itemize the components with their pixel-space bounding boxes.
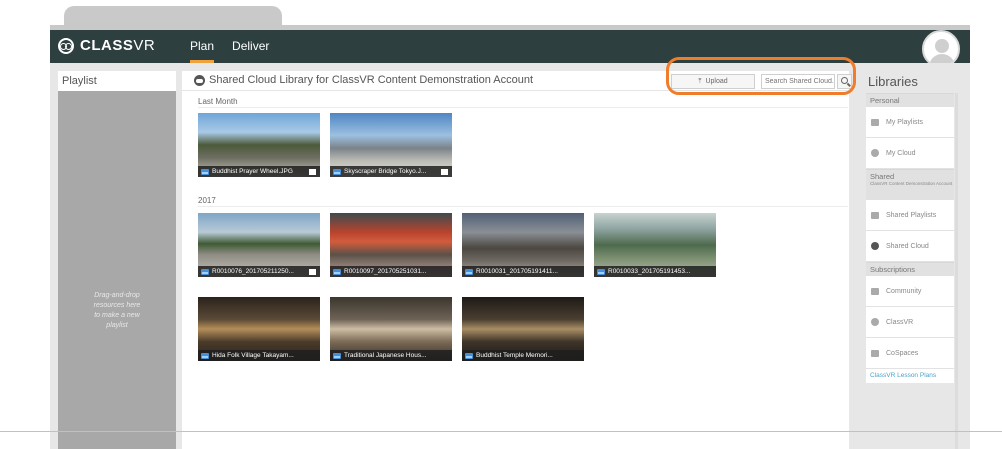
shared-account-name: ClassVR Content Demonstration Account — [870, 181, 953, 186]
playlist-title: Playlist — [58, 71, 176, 91]
panorama-icon — [333, 169, 341, 175]
library-my-cloud[interactable]: My Cloud — [866, 138, 954, 169]
tile-caption: R0010076_201705211250... — [198, 266, 320, 277]
resource-tile[interactable]: Skyscraper Bridge Tokyo.J... — [330, 113, 452, 177]
cospaces-icon — [871, 349, 879, 357]
brand-name: CLASSVR — [80, 37, 156, 54]
resource-tile[interactable]: Traditional Japanese Hous... — [330, 297, 452, 361]
brand-logo[interactable]: CLASSVR — [58, 37, 155, 54]
tile-caption: Skyscraper Bridge Tokyo.J... — [330, 166, 452, 177]
resource-tile[interactable]: Buddhist Prayer Wheel.JPG — [198, 113, 320, 177]
resource-tile[interactable]: R0010097_201705251031... — [330, 213, 452, 277]
tile-caption: Buddhist Prayer Wheel.JPG — [198, 166, 320, 177]
panorama-icon — [201, 269, 209, 275]
resource-tile[interactable]: R0010031_201705191411... — [462, 213, 584, 277]
section-divider — [198, 107, 848, 108]
panorama-icon — [201, 353, 209, 359]
resource-tile[interactable]: Buddhist Temple Memori... — [462, 297, 584, 361]
logo-icon — [58, 37, 74, 54]
library-shared-playlists[interactable]: Shared Playlists — [866, 200, 954, 231]
tile-caption: Traditional Japanese Hous... — [330, 350, 452, 361]
comment-icon — [309, 169, 316, 175]
shared-cloud-icon — [194, 75, 205, 86]
section-divider — [198, 206, 848, 207]
library-header: Shared Cloud Library for ClassVR Content… — [182, 71, 852, 91]
bottom-divider — [0, 431, 1002, 432]
panorama-icon — [333, 269, 341, 275]
section-label-2017: 2017 — [198, 196, 216, 205]
library-my-playlists[interactable]: My Playlists — [866, 107, 954, 138]
panorama-icon — [465, 269, 473, 275]
library-community[interactable]: Community — [866, 276, 954, 307]
libraries-list: Personal My Playlists My Cloud Shared Cl… — [866, 93, 954, 383]
library-panel: Shared Cloud Library for ClassVR Content… — [182, 71, 852, 449]
workspace: Playlist Drag-and-drop resources here to… — [50, 57, 970, 449]
library-shared-cloud[interactable]: Shared Cloud — [866, 231, 954, 262]
playlist-panel[interactable]: Playlist Drag-and-drop resources here to… — [58, 71, 176, 449]
app-header: CLASSVR Plan Deliver — [50, 30, 970, 68]
panorama-icon — [597, 269, 605, 275]
playlist-drop-hint: Drag-and-drop resources here to make a n… — [93, 292, 141, 329]
group-subscriptions: Subscriptions — [866, 262, 954, 276]
nav-plan[interactable]: Plan — [190, 30, 215, 63]
panorama-icon — [465, 353, 473, 359]
playlist-icon — [871, 211, 879, 219]
upload-label: Upload — [705, 78, 728, 85]
avatar-head-shape — [935, 39, 949, 53]
cloud-icon — [871, 149, 879, 157]
group-shared: Shared ClassVR Content Demonstration Acc… — [866, 169, 954, 200]
resource-tile[interactable]: Hida Folk Village Takayam... — [198, 297, 320, 361]
upload-icon: ⤒ — [698, 77, 702, 85]
library-classvr[interactable]: ClassVR — [866, 307, 954, 338]
link-lesson-plans[interactable]: ClassVR Lesson Plans — [866, 369, 954, 383]
classvr-icon — [871, 318, 879, 326]
search-input[interactable] — [761, 74, 835, 89]
libraries-panel: Libraries Personal My Playlists My Cloud… — [854, 71, 958, 449]
playlist-icon — [871, 118, 879, 126]
comment-icon — [309, 269, 316, 275]
panorama-icon — [201, 169, 209, 175]
libraries-title: Libraries — [868, 74, 918, 89]
main-nav: Plan Deliver — [190, 30, 269, 63]
group-personal: Personal — [866, 93, 954, 107]
resource-tile[interactable]: R0010033_201705191453... — [594, 213, 716, 277]
resource-tile[interactable]: R0010076_201705211250... — [198, 213, 320, 277]
app-root: CLASSVR Plan Deliver Playlist Drag-and-d… — [0, 0, 1002, 449]
search-icon-handle — [847, 82, 851, 87]
comment-icon — [441, 169, 448, 175]
nav-deliver[interactable]: Deliver — [232, 30, 269, 63]
tile-caption: R0010097_201705251031... — [330, 266, 452, 277]
community-icon — [871, 287, 879, 295]
tile-caption: R0010031_201705191411... — [462, 266, 584, 277]
tile-caption: Buddhist Temple Memori... — [462, 350, 584, 361]
shared-cloud-icon — [871, 242, 879, 250]
upload-button[interactable]: ⤒ Upload — [671, 74, 755, 89]
section-label-last-month: Last Month — [198, 97, 238, 106]
tile-caption: Hida Folk Village Takayam... — [198, 350, 320, 361]
library-cospaces[interactable]: CoSpaces — [866, 338, 954, 369]
panorama-icon — [333, 353, 341, 359]
library-title: Shared Cloud Library for ClassVR Content… — [209, 74, 534, 86]
libraries-scrollbar[interactable] — [955, 93, 958, 449]
tile-caption: R0010033_201705191453... — [594, 266, 716, 277]
search-button[interactable] — [837, 74, 852, 89]
